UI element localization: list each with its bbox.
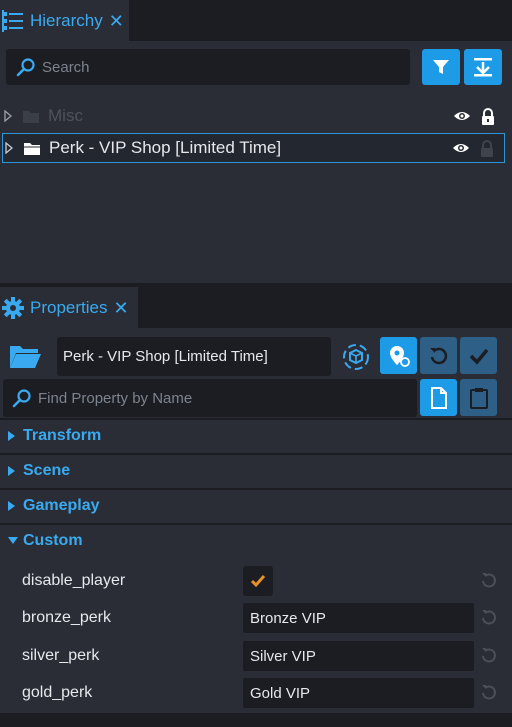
- close-icon[interactable]: ✕: [113, 299, 128, 317]
- open-folder-icon: [8, 342, 42, 370]
- tab-hierarchy-label: Hierarchy: [30, 10, 103, 30]
- collapse-all-icon: [472, 56, 494, 78]
- folder-icon: [23, 141, 41, 156]
- location-pin-icon: [387, 344, 411, 368]
- gear-icon: [2, 296, 24, 319]
- prop-row-silver-perk: silver_perk Silver VIP: [0, 638, 512, 674]
- search-icon: [16, 57, 36, 77]
- prop-label: disable_player: [22, 572, 126, 589]
- hierarchy-panel: Misc Perk - VIP Shop [Limited Time]: [0, 41, 512, 283]
- document-icon: [430, 386, 448, 409]
- section-label: Scene: [23, 461, 71, 479]
- tree-item-label: Perk - VIP Shop [Limited Time]: [49, 138, 282, 157]
- tree-item-perk-vip-shop[interactable]: Perk - VIP Shop [Limited Time]: [2, 133, 505, 163]
- filter-button[interactable]: [422, 49, 460, 85]
- reset-icon[interactable]: [481, 647, 497, 668]
- tab-hierarchy[interactable]: Hierarchy ✕: [0, 0, 129, 41]
- gold-perk-field[interactable]: Gold VIP: [243, 678, 474, 708]
- tab-properties-label: Properties: [30, 297, 108, 317]
- triangle-right-icon: [8, 430, 18, 441]
- properties-tabbar: Properties ✕: [0, 287, 512, 328]
- eye-icon[interactable]: [453, 110, 471, 122]
- prop-row-disable-player: disable_player: [0, 563, 512, 599]
- close-icon[interactable]: ✕: [109, 12, 124, 30]
- reset-icon[interactable]: [481, 684, 497, 705]
- section-label: Custom: [23, 531, 83, 549]
- bronze-perk-field[interactable]: Bronze VIP: [243, 603, 474, 633]
- undo-icon: [428, 345, 450, 367]
- section-scene[interactable]: Scene: [0, 453, 512, 486]
- eye-icon[interactable]: [452, 142, 470, 154]
- object-name-value: Perk - VIP Shop [Limited Time]: [63, 348, 268, 365]
- triangle-down-icon: [8, 537, 18, 544]
- undo-button[interactable]: [420, 337, 457, 374]
- checkmark-icon: [250, 575, 266, 588]
- apply-button[interactable]: [460, 337, 497, 374]
- triangle-right-icon[interactable]: [5, 142, 17, 154]
- disable-player-checkbox[interactable]: [243, 566, 273, 596]
- section-custom[interactable]: Custom: [0, 523, 512, 556]
- search-input[interactable]: [42, 58, 410, 76]
- location-button[interactable]: [380, 337, 417, 374]
- reset-icon[interactable]: [481, 572, 497, 593]
- prop-label: gold_perk: [22, 684, 93, 701]
- prop-row-gold-perk: gold_perk Gold VIP: [0, 675, 512, 711]
- hierarchy-tabbar: Hierarchy ✕: [0, 0, 512, 41]
- find-property-search[interactable]: [3, 379, 417, 417]
- silver-perk-field[interactable]: Silver VIP: [243, 641, 474, 671]
- find-property-input[interactable]: [38, 389, 417, 407]
- list-icon: [2, 9, 24, 32]
- lock-icon[interactable]: [480, 139, 494, 157]
- paste-button[interactable]: [460, 379, 497, 416]
- copy-button[interactable]: [420, 379, 457, 416]
- section-transform[interactable]: Transform: [0, 418, 512, 451]
- section-label: Gameplay: [23, 496, 100, 514]
- prop-label: silver_perk: [22, 647, 100, 664]
- section-gameplay[interactable]: Gameplay: [0, 488, 512, 521]
- filter-icon: [431, 57, 451, 77]
- triangle-right-icon[interactable]: [4, 110, 16, 122]
- prop-row-bronze-perk: bronze_perk Bronze VIP: [0, 600, 512, 636]
- triangle-right-icon: [8, 500, 18, 511]
- tree-item-misc[interactable]: Misc: [2, 101, 505, 131]
- tab-properties[interactable]: Properties ✕: [0, 287, 138, 328]
- lock-icon[interactable]: [481, 107, 495, 125]
- collapse-all-button[interactable]: [464, 49, 502, 85]
- folder-icon: [22, 109, 40, 124]
- clipboard-icon: [469, 387, 488, 409]
- prop-label: bronze_perk: [22, 609, 111, 626]
- reset-icon[interactable]: [481, 609, 497, 630]
- properties-panel: Perk - VIP Shop [Limited Time] Find Prop…: [0, 328, 512, 713]
- cube-icon[interactable]: [341, 342, 371, 372]
- checkmark-icon: [468, 345, 490, 367]
- search-icon: [12, 388, 32, 408]
- tree-item-label: Misc: [48, 106, 83, 125]
- hierarchy-search[interactable]: [6, 49, 410, 85]
- object-name-field[interactable]: Perk - VIP Shop [Limited Time]: [57, 337, 331, 376]
- triangle-right-icon: [8, 465, 18, 476]
- section-label: Transform: [23, 426, 102, 444]
